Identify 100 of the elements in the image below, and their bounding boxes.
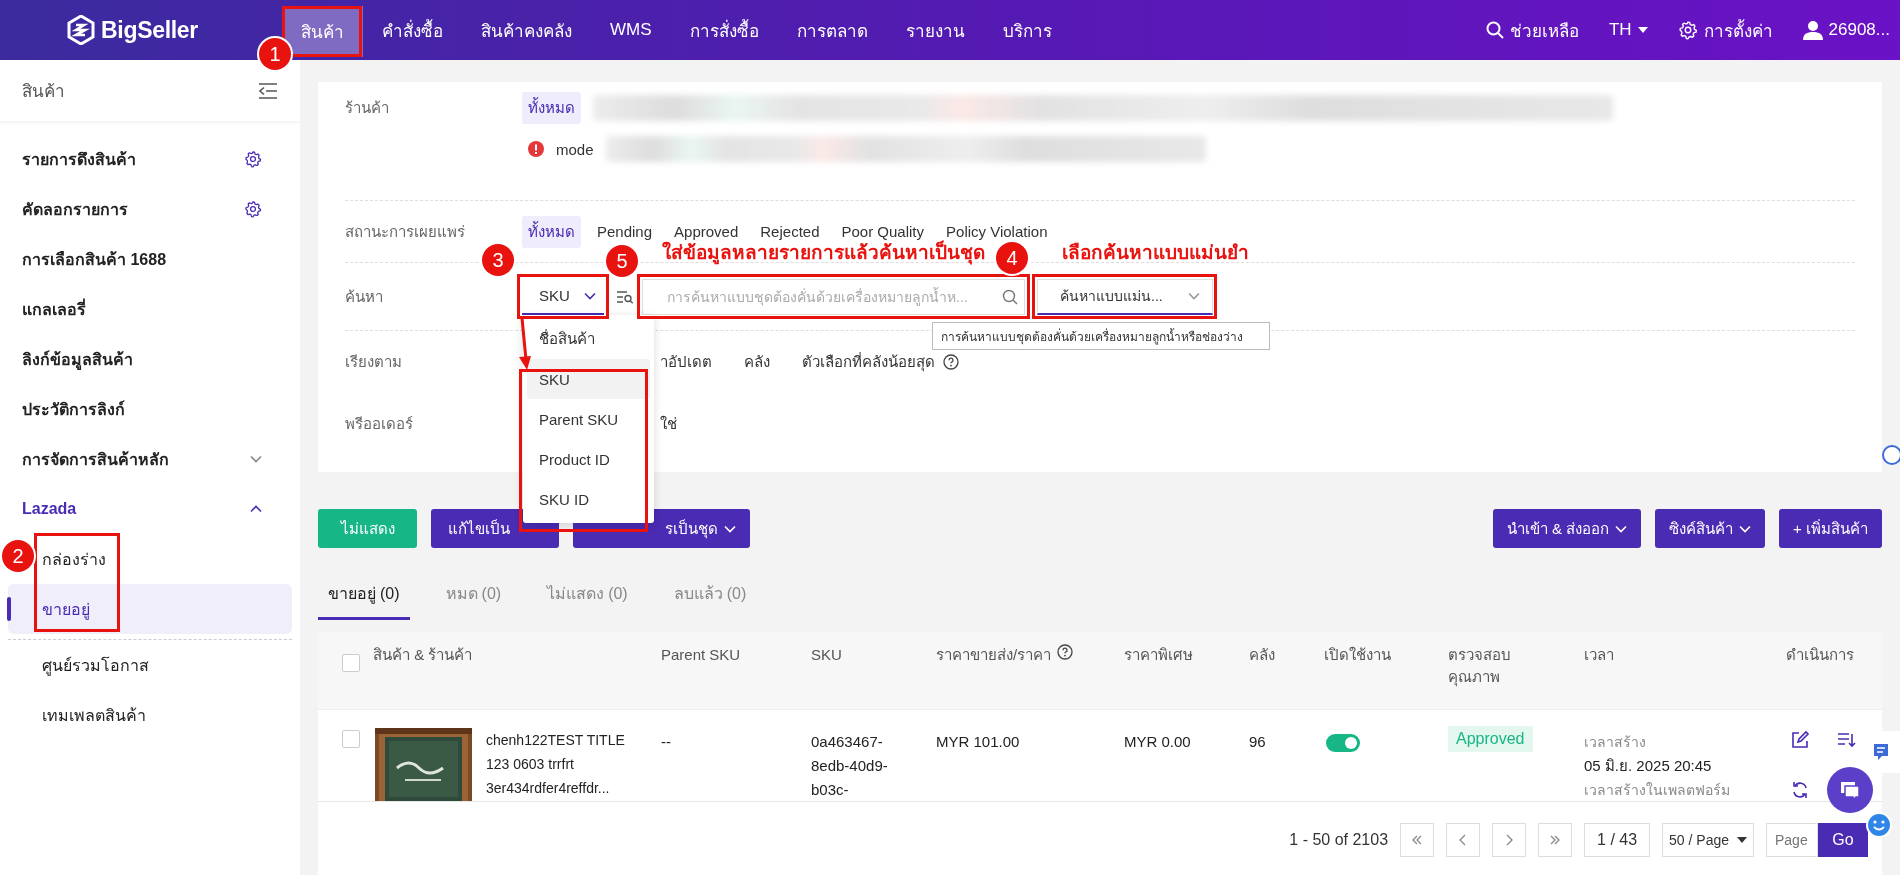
batch-search-icon[interactable] bbox=[616, 289, 634, 304]
first-page-icon bbox=[1411, 833, 1424, 846]
arrow-icon bbox=[518, 317, 532, 371]
help-icon bbox=[943, 354, 959, 370]
collapse-icon[interactable] bbox=[258, 82, 278, 99]
sidebar-item[interactable]: แกลเลอรี่ bbox=[0, 284, 300, 334]
chat-icon[interactable] bbox=[1827, 767, 1873, 813]
sidebar-item[interactable]: รายการดึงสินค้า bbox=[0, 134, 300, 184]
filter-option[interactable]: ทั้งหมด bbox=[522, 92, 581, 124]
sidebar-item[interactable]: เทมเพลตสินค้า bbox=[42, 690, 292, 740]
filter-label: สถานะการเผยแพร่ bbox=[345, 221, 466, 242]
edit-icon[interactable] bbox=[1790, 730, 1810, 750]
help-link[interactable]: ช่วยเหลือ bbox=[1485, 16, 1579, 44]
product-title: chenh122TEST TITLE 123 0603 trrfrt 3er434rdfer4reffdr... bbox=[486, 731, 626, 798]
last-page-icon bbox=[1549, 833, 1562, 846]
language-select[interactable]: TH bbox=[1608, 20, 1648, 40]
caret-down-icon bbox=[1737, 836, 1747, 843]
filter-option[interactable]: ใช่ bbox=[660, 412, 677, 436]
action-button[interactable]: + เพิ่มสินค้า bbox=[1779, 509, 1882, 548]
warning-icon bbox=[528, 141, 544, 157]
step-marker: 3 bbox=[482, 244, 514, 276]
sort-option[interactable]: าอัปเดต bbox=[660, 350, 712, 374]
sidebar-item[interactable]: กล่องร่าง bbox=[42, 534, 292, 584]
sidebar-group[interactable]: การจัดการสินค้าหลัก bbox=[0, 434, 300, 484]
time-value: 05 มิ.ย. 2025 20:45 bbox=[1584, 756, 1713, 776]
chevron-down-icon bbox=[583, 291, 596, 300]
sidebar-item[interactable]: ประวัติการลิงก์ bbox=[0, 384, 300, 434]
page-size-select[interactable]: 50 / Page bbox=[1662, 822, 1754, 857]
user-menu[interactable]: 26908... bbox=[1802, 20, 1890, 40]
status-tab[interactable]: ขายอยู่ (0) bbox=[318, 570, 410, 620]
chevron-down-icon bbox=[724, 524, 736, 533]
step-marker: 2 bbox=[2, 540, 34, 572]
filter-option[interactable]: Pending bbox=[591, 219, 659, 244]
nav-tab[interactable]: สินค้า bbox=[282, 6, 363, 57]
sidebar-item[interactable]: ศูนย์รวมโอกาส bbox=[42, 640, 292, 690]
page-range: 1 - 50 of 2103 bbox=[1289, 830, 1389, 849]
list-icon[interactable] bbox=[1836, 730, 1856, 750]
annotation-text: เลือกค้นหาแบบแม่นยำ bbox=[1062, 241, 1249, 265]
logo-text: BigSeller bbox=[101, 16, 198, 44]
nav-tab[interactable]: สินค้าคงคลัง bbox=[462, 0, 591, 60]
column-header: สินค้า & ร้านค้า bbox=[373, 645, 473, 665]
sidebar-group[interactable]: Lazada bbox=[0, 484, 300, 534]
table-cell-text: 96 bbox=[1248, 732, 1267, 752]
filter-label: ร้านค้า bbox=[345, 98, 390, 118]
search-field[interactable]: การค้นหาแบบชุดต้องคั่นด้วยเครื่องหมายลูกน้ำห... bbox=[642, 278, 1025, 315]
caret-down-icon bbox=[1637, 27, 1648, 33]
action-button[interactable]: ซิงค์สินค้า bbox=[1655, 509, 1766, 548]
sort-option[interactable]: คลัง bbox=[744, 350, 770, 374]
user-icon bbox=[1802, 20, 1823, 40]
nav-tab[interactable]: การตลาด bbox=[777, 0, 887, 60]
settings-link[interactable]: การตั้งค่า bbox=[1677, 16, 1773, 44]
search-icon[interactable] bbox=[1002, 288, 1018, 305]
page-indicator: 1 / 43 bbox=[1584, 822, 1651, 857]
action-button[interactable]: นำเข้า & ส่งออก bbox=[1492, 509, 1642, 548]
column-header: เปิดใช้งาน bbox=[1324, 645, 1391, 665]
filter-label: ค้นหา bbox=[345, 286, 384, 307]
menu-item[interactable]: Product ID bbox=[527, 439, 650, 479]
settings-icon[interactable] bbox=[244, 200, 262, 218]
sidebar-item[interactable]: คัดลอกรายการ bbox=[0, 184, 300, 234]
checkbox[interactable] bbox=[342, 654, 360, 672]
settings-icon[interactable] bbox=[244, 150, 262, 168]
column-header: คลัง bbox=[1249, 645, 1275, 665]
go-button[interactable]: Go bbox=[1818, 822, 1868, 857]
chevron-down-icon bbox=[1739, 524, 1752, 533]
time-label: เวลาสร้างในเพลตฟอร์ม bbox=[1584, 781, 1731, 800]
chevron-down-icon bbox=[1188, 292, 1200, 300]
sort-option[interactable]: ตัวเลือกที่คลังน้อยสุด bbox=[802, 350, 959, 374]
column-header: Parent SKU bbox=[661, 645, 741, 665]
sidebar-item[interactable]: ขายอยู่ bbox=[8, 584, 292, 634]
column-header: ราคาขายส่ง/ราคา bbox=[936, 645, 1052, 665]
match-mode-select[interactable]: ค้นหาแบบแม่น... bbox=[1037, 278, 1213, 315]
column-header: ดำเนินการ bbox=[1786, 645, 1854, 665]
sidebar-item[interactable]: การเลือกสินค้า 1688 bbox=[0, 234, 300, 284]
step-marker: 1 bbox=[259, 38, 291, 70]
menu-item[interactable]: Parent SKU bbox=[527, 399, 650, 439]
nav-tab[interactable]: การสั่งซื้อ bbox=[670, 0, 778, 60]
toggle-switch[interactable] bbox=[1326, 734, 1360, 752]
nav-tab[interactable]: รายงาน bbox=[886, 0, 984, 60]
column-header: ตรวจสอบ คุณภาพ bbox=[1448, 645, 1512, 688]
sidebar-item[interactable]: ลิงก์ข้อมูลสินค้า bbox=[0, 334, 300, 384]
column-header: ราคาพิเศษ bbox=[1124, 645, 1193, 665]
tooltip: การค้นหาแบบชุดต้องคั่นด้วยเครื่องหมายลูกน้ำหรือช่องว่าง bbox=[932, 322, 1270, 350]
nav-tab[interactable]: คำสั่งซื้อ bbox=[363, 0, 462, 60]
nav-tab[interactable]: WMS bbox=[591, 0, 671, 60]
table-cell-text: -- bbox=[660, 732, 672, 752]
column-header: SKU bbox=[811, 645, 842, 665]
checkbox[interactable] bbox=[342, 730, 360, 748]
menu-item[interactable]: ชื่อสินค้า bbox=[527, 319, 650, 359]
filter-option[interactable]: ทั้งหมด bbox=[522, 215, 581, 248]
filter-label: พรีออเดอร์ bbox=[345, 414, 414, 434]
store-name: mode bbox=[556, 140, 594, 158]
table-cell-text: 0a463467-8edb-40d9-b03c- bbox=[811, 732, 889, 800]
time-label: เวลาสร้าง bbox=[1584, 733, 1647, 752]
chevron-down-icon bbox=[1615, 524, 1628, 533]
nav-tab[interactable]: บริการ bbox=[983, 0, 1071, 60]
refresh-icon[interactable] bbox=[1790, 780, 1810, 800]
step-marker: 5 bbox=[606, 245, 638, 277]
page-input[interactable]: Page bbox=[1766, 822, 1818, 857]
sidebar-title: สินค้า bbox=[22, 81, 65, 103]
status-badge: Approved bbox=[1448, 726, 1533, 752]
